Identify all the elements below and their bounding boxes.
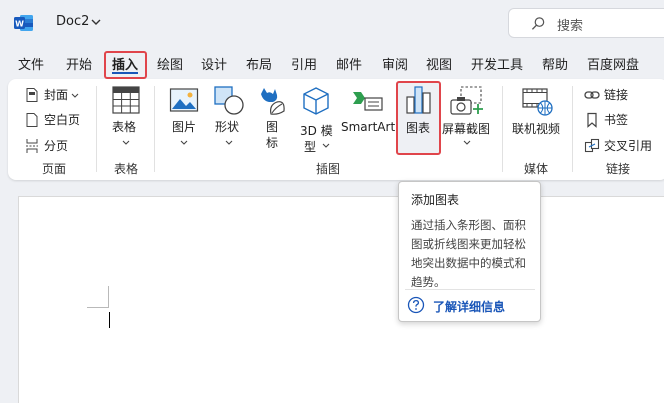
menu-bar: 文件 开始 插入 绘图 设计 布局 引用 邮件 审阅 视图 开发工具 帮助 百度…: [0, 50, 664, 76]
shapes-button[interactable]: 形状: [211, 86, 247, 152]
search-placeholder: 搜索: [557, 19, 584, 34]
table-button[interactable]: 表格: [108, 86, 144, 152]
cover-page-button[interactable]: 封面: [24, 86, 79, 103]
tooltip-description: 通过插入条形图、面积图或折线图来更加轻松地突出数据中的模式和趋势。: [411, 218, 526, 289]
icons-label-2: 标: [266, 136, 279, 150]
pictures-label: 图片: [172, 120, 197, 134]
pictures-button[interactable]: 图片: [166, 86, 202, 152]
cross-reference-button[interactable]: 交叉引用: [584, 137, 652, 154]
picture-icon: [169, 88, 199, 112]
chevron-down-icon: [322, 143, 330, 148]
table-label: 表格: [112, 120, 137, 134]
tab-design[interactable]: 设计: [201, 54, 227, 73]
smartart-icon: [353, 92, 383, 111]
tab-help[interactable]: 帮助: [542, 54, 568, 73]
tooltip-divider: [405, 289, 535, 290]
icons-button[interactable]: 图 标: [256, 86, 288, 152]
chevron-down-icon: [463, 140, 471, 145]
cover-page-icon: [26, 87, 38, 102]
blank-page-button[interactable]: 空白页: [24, 111, 80, 128]
margin-corner-mark: [87, 307, 109, 308]
help-icon[interactable]: [407, 296, 425, 314]
3d-models-label-1: 3D 模: [300, 124, 333, 138]
cube-icon: [303, 87, 329, 115]
tab-view[interactable]: 视图: [426, 54, 452, 73]
tab-baidu-netdisk[interactable]: 百度网盘: [587, 54, 639, 73]
shapes-icon: [214, 86, 244, 115]
screenshot-label: 屏幕截图: [442, 122, 491, 136]
blank-page-label: 空白页: [44, 113, 81, 127]
chevron-down-icon: [122, 140, 130, 145]
chart-tooltip: 添加图表 通过插入条形图、面积图或折线图来更加轻松地突出数据中的模式和趋势。 了…: [398, 181, 541, 322]
tab-developer[interactable]: 开发工具: [471, 54, 523, 73]
chevron-down-icon: [225, 140, 233, 145]
online-video-icon: [522, 88, 553, 116]
cross-reference-label: 交叉引用: [604, 139, 653, 153]
tab-references[interactable]: 引用: [291, 54, 317, 73]
group-label-media: 媒体: [524, 162, 549, 176]
link-button[interactable]: 链接: [584, 86, 628, 103]
group-label-links: 链接: [606, 162, 631, 176]
tab-draw[interactable]: 绘图: [157, 54, 183, 73]
table-icon: [112, 86, 140, 114]
tab-review[interactable]: 审阅: [382, 54, 408, 73]
svg-text:W: W: [15, 20, 24, 29]
online-video-label: 联机视频: [512, 122, 561, 136]
learn-more-link[interactable]: 了解详细信息: [433, 298, 505, 315]
group-label-tables: 表格: [114, 162, 139, 176]
search-icon: [531, 17, 545, 30]
tab-home[interactable]: 开始: [66, 54, 92, 73]
chevron-down-icon[interactable]: [90, 16, 102, 28]
document-page[interactable]: [18, 196, 664, 403]
chart-label: 图表: [406, 121, 431, 135]
word-logo-icon: W: [14, 15, 33, 31]
tab-file[interactable]: 文件: [18, 54, 44, 73]
3d-models-label-2: 型: [304, 140, 317, 154]
group-divider: [96, 86, 97, 172]
tab-layout[interactable]: 布局: [246, 54, 272, 73]
text-cursor: [109, 312, 110, 328]
chevron-down-icon: [180, 140, 188, 145]
screenshot-icon: [450, 86, 483, 115]
page-break-icon: [26, 138, 38, 153]
group-label-pages: 页面: [42, 162, 67, 176]
document-title[interactable]: Doc2: [56, 14, 89, 29]
shapes-label: 形状: [215, 120, 240, 134]
bookmark-label: 书签: [604, 113, 629, 127]
screenshot-button[interactable]: 屏幕截图: [442, 86, 492, 152]
link-label: 链接: [604, 88, 629, 102]
online-video-button[interactable]: 联机视频: [510, 86, 564, 152]
title-bar: W Doc2 搜索: [0, 0, 664, 46]
group-divider: [572, 86, 573, 172]
group-divider: [154, 86, 155, 172]
group-label-illustrations: 插图: [316, 162, 341, 176]
search-input[interactable]: 搜索: [508, 8, 664, 38]
page-break-label: 分页: [44, 139, 69, 153]
cover-page-label: 封面: [44, 88, 69, 102]
blank-page-icon: [26, 112, 38, 127]
group-divider: [502, 86, 503, 172]
page-break-button[interactable]: 分页: [24, 137, 68, 154]
tooltip-title: 添加图表: [411, 193, 460, 207]
smartart-button[interactable]: SmartArt: [340, 86, 396, 152]
link-icon: [584, 90, 600, 99]
chevron-down-icon: [71, 93, 79, 98]
bookmark-button[interactable]: 书签: [584, 111, 628, 128]
3d-models-button[interactable]: 3D 模 型: [298, 86, 336, 154]
smartart-label: SmartArt: [341, 120, 396, 134]
chart-icon: [406, 86, 431, 114]
chart-button[interactable]: 图表: [398, 84, 439, 150]
cross-reference-icon: [584, 138, 600, 152]
tab-mailings[interactable]: 邮件: [336, 54, 362, 73]
bookmark-icon: [587, 112, 597, 128]
cat-leaf-icon: [261, 88, 285, 115]
insert-tab-highlight: [104, 51, 147, 79]
icons-label-1: 图: [266, 120, 279, 134]
margin-corner-mark: [108, 286, 109, 308]
